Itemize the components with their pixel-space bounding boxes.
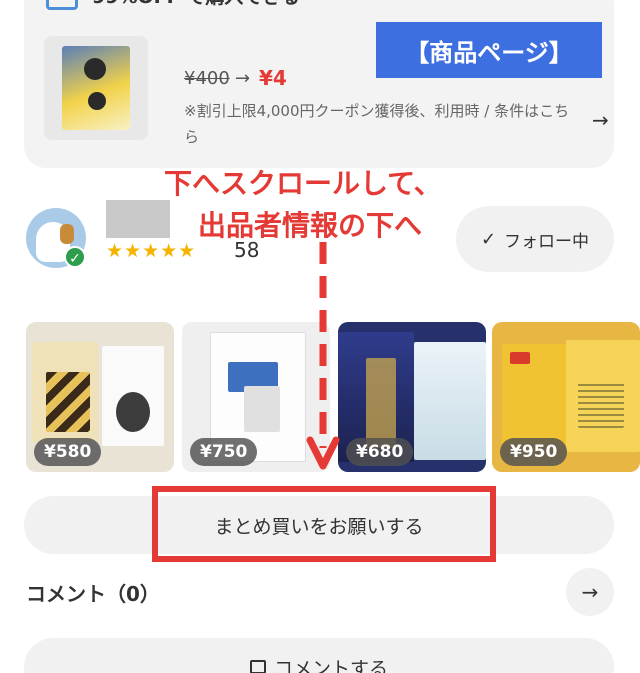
write-comment-label: コメントする: [273, 657, 388, 673]
verified-icon: ✓: [64, 246, 86, 268]
rating-stars: ★★★★★: [106, 240, 197, 262]
product-price: ¥950: [500, 438, 568, 466]
arrow-right-icon[interactable]: →: [592, 108, 609, 132]
original-price: ¥400: [184, 68, 230, 89]
highlight-frame: [152, 486, 496, 562]
coupon-icon: [46, 0, 78, 10]
product-price: ¥580: [34, 438, 102, 466]
discounted-price: ¥4: [259, 66, 287, 90]
write-comment-button[interactable]: コメントする: [24, 638, 614, 673]
coupon-product-image: [44, 36, 148, 140]
product-thumbnail[interactable]: ¥950: [492, 322, 640, 472]
product-thumbnail[interactable]: ¥580: [26, 322, 174, 472]
product-thumbnail[interactable]: ¥680: [338, 322, 486, 472]
instruction-line-2: 出品者情報の下へ: [198, 209, 423, 242]
product-price: ¥750: [190, 438, 258, 466]
rating-count: 58: [234, 238, 260, 262]
page-badge: 【商品ページ】: [376, 22, 602, 78]
dashed-down-arrow: [306, 242, 340, 470]
product-price: ¥680: [346, 438, 414, 466]
follow-button[interactable]: ✓ フォロー中: [456, 206, 614, 272]
coupon-title: 99%OFF で購入できる: [92, 0, 300, 9]
follow-label: フォロー中: [504, 231, 590, 252]
comment-icon: [249, 660, 266, 673]
instruction-line-1: 下へスクロールして、: [164, 167, 442, 200]
check-icon: ✓: [480, 228, 497, 250]
coupon-note: ※割引上限4,000円クーポン獲得後、利用時 / 条件はこちら: [184, 102, 570, 146]
price-arrow: →: [235, 68, 251, 89]
arrow-right-icon[interactable]: →: [566, 568, 614, 616]
seller-name-redacted: [106, 200, 170, 238]
comments-heading: コメント（0）: [26, 582, 160, 606]
